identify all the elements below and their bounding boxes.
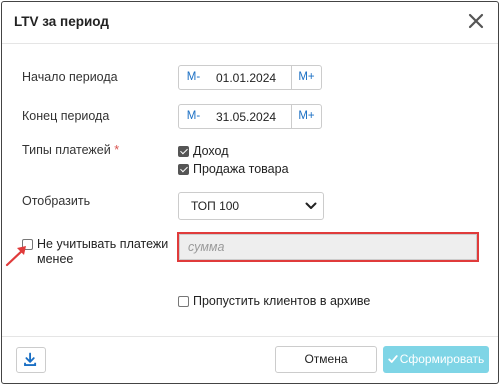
amount-highlight — [177, 232, 479, 262]
required-mark: * — [114, 143, 120, 157]
start-period-group: M- M+ — [178, 65, 324, 90]
start-date-input[interactable] — [208, 65, 292, 90]
income-label: Доход — [193, 144, 229, 158]
check-icon — [388, 355, 398, 363]
ignore-payments-row[interactable]: Не учитывать платежи менее — [22, 237, 187, 267]
end-month-minus-button[interactable]: M- — [178, 104, 209, 129]
end-month-plus-button[interactable]: M+ — [291, 104, 322, 129]
ignore-payments-label: Не учитывать платежи менее — [37, 237, 169, 266]
start-period-label: Начало периода — [22, 70, 118, 84]
product-sale-checkbox[interactable] — [178, 163, 189, 175]
close-icon[interactable] — [466, 11, 486, 31]
end-period-group: M- M+ — [178, 104, 324, 129]
payment-type-product-sale[interactable]: Продажа товара — [178, 162, 289, 176]
payment-type-income[interactable]: Доход — [178, 144, 229, 158]
chevron-down-icon — [305, 202, 317, 209]
skip-archived-label: Пропустить клиентов в архиве — [193, 294, 371, 308]
submit-label: Сформировать — [399, 352, 485, 366]
download-button[interactable] — [16, 347, 46, 373]
end-date-input[interactable] — [208, 104, 292, 129]
display-select-value: ТОП 100 — [191, 199, 240, 213]
submit-button[interactable]: Сформировать — [383, 346, 489, 373]
ltv-dialog: LTV за период Начало периода M- M+ Конец… — [1, 1, 499, 384]
product-sale-label: Продажа товара — [193, 162, 289, 176]
dialog-header: LTV за период — [2, 2, 498, 44]
payment-types-label-text: Типы платежей — [22, 143, 111, 157]
amount-input[interactable] — [179, 234, 477, 260]
income-checkbox[interactable] — [178, 145, 189, 157]
dialog-title: LTV за период — [14, 14, 109, 29]
annotation-arrow-icon — [5, 246, 26, 267]
start-month-minus-button[interactable]: M- — [178, 65, 209, 90]
display-label: Отобразить — [22, 194, 91, 208]
download-icon — [24, 352, 37, 366]
skip-archived-checkbox[interactable] — [178, 295, 189, 307]
cancel-button[interactable]: Отмена — [275, 346, 377, 373]
start-month-plus-button[interactable]: M+ — [291, 65, 322, 90]
skip-archived-row[interactable]: Пропустить клиентов в архиве — [178, 294, 370, 308]
end-period-label: Конец периода — [22, 109, 110, 123]
payment-types-label: Типы платежей * — [22, 143, 119, 157]
display-select[interactable]: ТОП 100 — [178, 192, 324, 220]
